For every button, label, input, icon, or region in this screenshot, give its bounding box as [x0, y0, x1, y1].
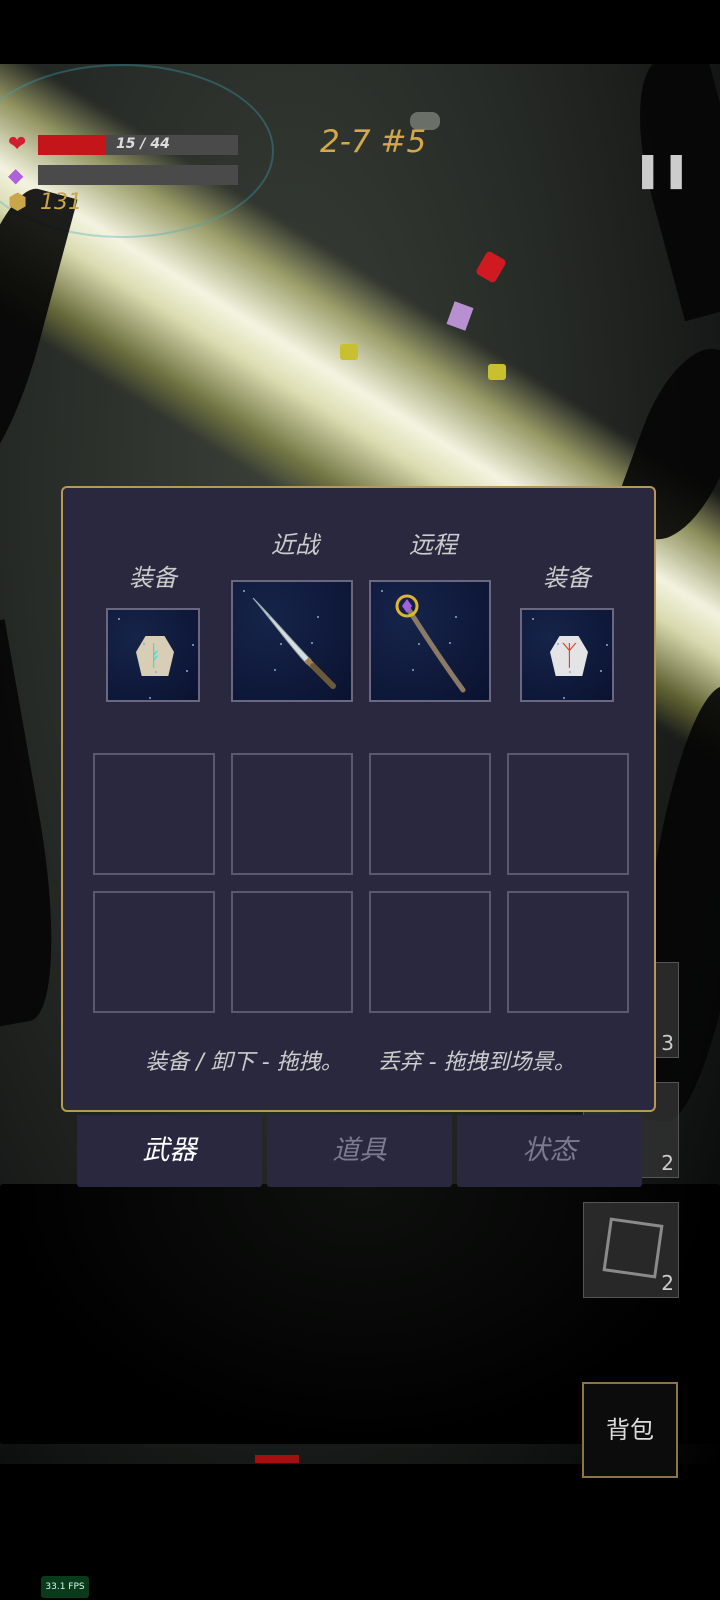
star-sparkle: [143, 643, 145, 645]
tab-items[interactable]: 道具: [267, 1115, 452, 1187]
gold-coin: [340, 344, 358, 360]
inventory-slot[interactable]: [231, 753, 353, 875]
ranged-weapon-slot[interactable]: [369, 580, 491, 702]
magic-staff-icon: [395, 594, 466, 693]
star-sparkle: [455, 616, 457, 618]
hint-drop: 丢弃 - 拖拽到场景。: [377, 1050, 576, 1075]
ranged-label: 远程: [409, 531, 457, 559]
star-sparkle: [412, 669, 414, 671]
gold-coin-icon: ⬢: [8, 190, 28, 215]
heart-icon: ❤: [8, 132, 27, 157]
star-sparkle: [186, 670, 188, 672]
star-sparkle: [311, 642, 313, 644]
mana-bar: [38, 165, 238, 185]
slot-count: 3: [661, 1031, 674, 1055]
star-sparkle: [449, 642, 451, 644]
backpack-button[interactable]: 背包: [582, 1382, 678, 1478]
pause-button[interactable]: ❚❚: [632, 140, 692, 200]
level-label: 2-7 #5: [320, 124, 427, 160]
star-sparkle: [268, 615, 270, 617]
inventory-slot[interactable]: [507, 753, 629, 875]
star-sparkle: [569, 671, 571, 673]
equip-slot-left[interactable]: ᛓ: [106, 608, 200, 702]
star-sparkle: [280, 643, 282, 645]
rune-glyph: ᛉ: [561, 639, 578, 672]
star-sparkle: [317, 616, 319, 618]
enemy-health-indicator: [255, 1455, 299, 1463]
drag-hint: 装备 / 卸下 - 拖拽。 丢弃 - 拖拽到场景。: [63, 1044, 658, 1076]
star-sparkle: [192, 644, 194, 646]
side-slot[interactable]: 2: [583, 1202, 679, 1298]
gold-count: 131: [40, 190, 82, 215]
star-sparkle: [406, 615, 408, 617]
star-sparkle: [557, 643, 559, 645]
health-bar-fill: [38, 134, 107, 155]
melee-label: 近战: [271, 531, 319, 559]
inventory-slot[interactable]: [507, 891, 629, 1013]
rune-cube-icon: [602, 1217, 664, 1279]
equip-slot-right[interactable]: ᛉ: [520, 608, 614, 702]
hint-equip: 装备 / 卸下 - 拖拽。: [145, 1050, 343, 1075]
star-sparkle: [381, 590, 383, 592]
gold-coin: [488, 364, 506, 380]
inventory-panel: 近战 远程 装备 装备 ᛓ ᛉ 装备 / 卸下 - 拖拽。 丢弃 - 拖拽到场景…: [61, 486, 656, 1112]
mana-row: ◆: [8, 163, 238, 187]
tab-weapons[interactable]: 武器: [77, 1115, 262, 1187]
health-row: ❤ 15 / 44: [8, 132, 238, 157]
equip-right-label: 装备: [543, 564, 591, 592]
slot-count: 2: [661, 1151, 674, 1175]
inventory-slot[interactable]: [93, 891, 215, 1013]
pause-icon: ❚❚: [633, 150, 691, 190]
fps-counter: 33.1 FPS: [41, 1576, 89, 1598]
star-sparkle: [155, 671, 157, 673]
inventory-slot[interactable]: [93, 753, 215, 875]
gold-row: ⬢ 131: [8, 190, 82, 215]
health-bar: 15 / 44: [38, 134, 238, 155]
rune-glyph: ᛓ: [147, 639, 164, 672]
slot-count: 2: [661, 1271, 674, 1295]
star-sparkle: [118, 618, 120, 620]
equip-left-label: 装备: [129, 564, 177, 592]
health-text: 15 / 44: [116, 135, 170, 152]
mana-crystal-icon: ◆: [8, 163, 24, 187]
star-sparkle: [563, 697, 565, 699]
star-sparkle: [274, 669, 276, 671]
star-sparkle: [418, 643, 420, 645]
red-gem: [474, 250, 508, 284]
inventory-slot[interactable]: [231, 891, 353, 1013]
star-sparkle: [149, 697, 151, 699]
curved-sword-icon: [252, 597, 336, 689]
star-sparkle: [532, 618, 534, 620]
star-sparkle: [600, 670, 602, 672]
tab-status[interactable]: 状态: [457, 1115, 642, 1187]
melee-weapon-slot[interactable]: [231, 580, 353, 702]
inventory-slot[interactable]: [369, 891, 491, 1013]
star-sparkle: [606, 644, 608, 646]
star-sparkle: [243, 590, 245, 592]
inventory-slot[interactable]: [369, 753, 491, 875]
